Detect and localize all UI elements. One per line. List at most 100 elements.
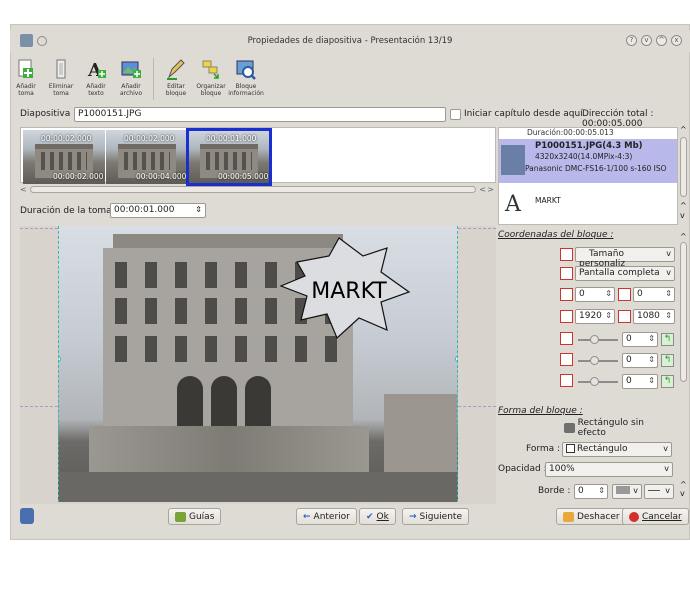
scroll-up-icon[interactable]: ^ [680, 480, 687, 489]
undo-button[interactable]: Deshacer [556, 508, 627, 525]
organize-block-label2: bloque [200, 90, 222, 97]
form-label: Forma : [526, 444, 561, 454]
add-file-label1: Añadir [121, 83, 141, 90]
reset-icon[interactable]: ↰ [661, 375, 674, 388]
rotate-y-value: 0 [626, 376, 632, 386]
settings-icon[interactable] [20, 508, 34, 524]
scroll-up-icon[interactable]: ^ [680, 232, 687, 241]
x-spin[interactable]: 0 ⇕ [575, 287, 615, 302]
toolbar-separator [153, 58, 154, 100]
shape-effect-button[interactable]: Rectángulo sin efecto [558, 418, 678, 438]
spin-icon[interactable]: ⇕ [598, 486, 605, 495]
scroll-right-icon[interactable]: > [487, 185, 494, 194]
scrollbar-thumb[interactable] [680, 137, 687, 197]
help-button[interactable]: ? [626, 35, 637, 46]
spin-icon[interactable]: ⇕ [195, 205, 202, 214]
spin-icon[interactable]: ⇕ [648, 334, 655, 343]
resize-handle[interactable] [455, 356, 457, 362]
rotate-y-spin[interactable]: 0 ⇕ [622, 374, 658, 389]
undo-label: Deshacer [577, 511, 620, 522]
chevron-down-icon: v [665, 486, 670, 495]
slide-canvas[interactable]: MARKT [20, 226, 496, 504]
spin-icon[interactable]: ⇕ [665, 311, 672, 320]
spin-icon[interactable]: ⇕ [605, 311, 612, 320]
previous-button[interactable]: ← Anterior [296, 508, 357, 525]
organize-block-label1: Organizar [196, 83, 226, 90]
slider-knob[interactable] [590, 377, 599, 386]
screen-combo-value: Pantalla completa [579, 268, 660, 278]
y-spin[interactable]: 0 ⇕ [633, 287, 675, 302]
shot-duration-field[interactable]: 00:00:01.000 ⇕ [110, 203, 206, 218]
reset-icon[interactable]: ↰ [661, 354, 674, 367]
scroll-up-icon[interactable]: ^ [680, 125, 687, 134]
scroll-left-icon[interactable]: < [479, 185, 486, 194]
scroll-up-icon[interactable]: ^ [680, 201, 687, 210]
maximize-button[interactable]: ^ [656, 35, 667, 46]
rotate-x-spin[interactable]: 0 ⇕ [622, 353, 658, 368]
spin-icon[interactable]: ⇕ [605, 289, 612, 298]
scroll-left-icon[interactable]: < [20, 185, 27, 194]
border-spin[interactable]: 0 ⇕ [574, 484, 608, 499]
screen-combo[interactable]: Pantalla completa v [575, 266, 675, 281]
chevron-down-icon: v [666, 268, 671, 277]
slide-name-field[interactable]: P1000151.JPG [74, 107, 446, 122]
height-spin[interactable]: 1080 ⇕ [633, 309, 675, 324]
markt-text-block[interactable]: MARKT [277, 234, 427, 344]
scrollbar-track[interactable] [30, 186, 476, 193]
block-info-button[interactable]: Bloque información [228, 54, 264, 104]
scroll-down-icon[interactable]: v [680, 489, 685, 498]
organize-block-button[interactable]: Organizar bloque [195, 54, 227, 104]
rotate-z-slider[interactable] [578, 335, 618, 344]
shot-thumbnail[interactable]: 00:00:02.000 00:00:04.000 [106, 130, 188, 184]
shot-thumbnail-selected[interactable]: 00:00:01.000 00:00:05.000 [186, 128, 272, 186]
arch [177, 376, 203, 426]
delete-shot-button[interactable]: Eliminar toma [45, 54, 77, 104]
list-item[interactable]: A MARKT [499, 186, 677, 224]
width-spin[interactable]: 1920 ⇕ [575, 309, 615, 324]
cancel-icon [629, 511, 639, 522]
size-combo[interactable]: Tamaño personaliz v [575, 247, 675, 269]
spin-icon[interactable]: ⇕ [648, 376, 655, 385]
chapter-checkbox[interactable] [450, 109, 461, 120]
spin-icon[interactable]: ⇕ [665, 289, 672, 298]
cancel-label: Cancelar [642, 511, 682, 522]
spin-icon[interactable]: ⇕ [648, 355, 655, 364]
slider-knob[interactable] [590, 356, 599, 365]
form-combo[interactable]: Rectángulo v [562, 442, 672, 457]
block-file-title: P1000151.JPG(4.3 Mb) [535, 141, 643, 151]
rotate-x-value: 0 [626, 355, 632, 365]
panel-scrollbar[interactable]: ^ ^ v [679, 232, 688, 500]
close-button[interactable]: x [671, 35, 682, 46]
rotate-z-spin[interactable]: 0 ⇕ [622, 332, 658, 347]
edit-block-button[interactable]: Editar bloque [160, 54, 192, 104]
add-shot-icon [15, 58, 37, 80]
opacity-combo[interactable]: 100% v [545, 462, 673, 477]
add-text-button[interactable]: A Añadir texto [80, 54, 112, 104]
ok-button[interactable]: ✔ Ok [359, 508, 396, 525]
border-style-combo[interactable]: v [644, 484, 674, 499]
add-text-label2: texto [88, 90, 104, 97]
minimize-button[interactable]: v [641, 35, 652, 46]
list-item-selected[interactable]: P1000151.JPG(4.3 Mb) 4320x3240(14.0MPix-… [499, 139, 677, 183]
scroll-down-icon[interactable]: v [680, 211, 685, 220]
rotate-y-slider[interactable] [578, 377, 618, 386]
height-value: 1080 [637, 311, 660, 321]
shot-thumbnail[interactable]: 00:00:02.000 00:00:02.000 [23, 130, 105, 184]
list-item[interactable]: Duración:00:00:05.013 [499, 128, 677, 138]
cancel-button[interactable]: Cancelar [622, 508, 689, 525]
resize-handle[interactable] [59, 356, 61, 362]
slider-knob[interactable] [590, 335, 599, 344]
add-shot-button[interactable]: Añadir toma [10, 54, 42, 104]
scrollbar-thumb[interactable] [680, 242, 687, 382]
block-list-scrollbar[interactable]: ^ ^ v [679, 125, 688, 225]
rotate-x-slider[interactable] [578, 356, 618, 365]
opacity-value: 100% [549, 464, 575, 474]
border-label: Borde : [538, 486, 571, 496]
border-color-combo[interactable]: v [612, 484, 642, 499]
next-button[interactable]: → Siguiente [402, 508, 469, 525]
add-file-button[interactable]: Añadir archivo [115, 54, 147, 104]
check-icon: ✔ [366, 511, 374, 522]
timeline-scrollbar[interactable]: < < > [20, 185, 496, 194]
reset-icon[interactable]: ↰ [661, 333, 674, 346]
guides-button[interactable]: Guías [168, 508, 222, 525]
